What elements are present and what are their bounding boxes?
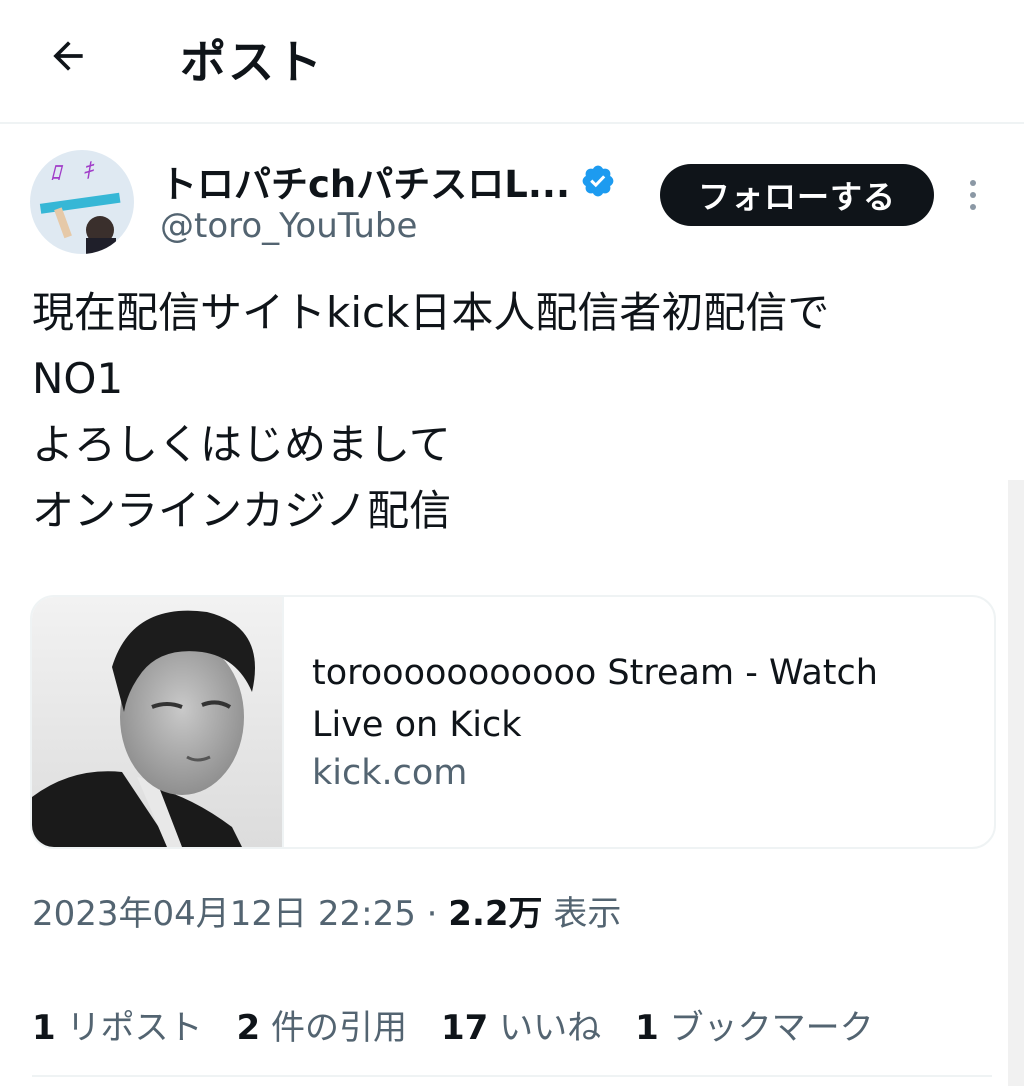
top-bar: ポスト <box>0 0 1024 124</box>
card-thumbnail <box>32 597 284 847</box>
timestamp[interactable]: 2023年04月12日 22:25 <box>32 894 416 934</box>
stat-count: 1 <box>635 1008 659 1048</box>
stat-quotes[interactable]: 2 件の引用 <box>236 1000 406 1049</box>
stat-count: 2 <box>236 1008 261 1048</box>
more-vertical-icon-dot <box>970 192 976 198</box>
card-domain: kick.com <box>312 753 468 793</box>
card-title: torooooooooooo Stream - Watch Live on Ki… <box>312 653 878 745</box>
scrollbar[interactable] <box>1008 480 1024 1086</box>
engagement-stats: 1 リポスト 2 件の引用 17 いいね 1 ブックマーク <box>32 1000 874 1049</box>
views-label: 表示 <box>553 894 622 934</box>
meta-separator: · <box>426 894 438 934</box>
stat-reposts[interactable]: 1 リポスト <box>32 1000 202 1049</box>
more-vertical-icon-dot <box>970 180 976 186</box>
portrait-image <box>32 597 282 847</box>
stat-bookmarks[interactable]: 1 ブックマーク <box>635 1000 873 1049</box>
back-button[interactable] <box>36 24 100 88</box>
tweet-line: オンラインカジノ配信 <box>32 486 452 535</box>
stat-likes[interactable]: 17 いいね <box>441 1000 601 1049</box>
tweet-line: よろしくはじめまして <box>32 420 451 469</box>
author-handle[interactable]: @toro_YouTube <box>160 206 417 246</box>
stat-label: ブックマーク <box>669 1008 874 1048</box>
tweet-text: 現在配信サイトkick日本人配信者初配信で NO1 よろしくはじめまして オンラ… <box>32 280 992 544</box>
verified-badge-icon <box>582 165 614 197</box>
stat-count: 17 <box>440 1008 489 1048</box>
avatar[interactable]: ﾛ ｷ <box>30 150 134 254</box>
more-options-button[interactable] <box>958 170 988 220</box>
follow-button[interactable]: フォローする <box>660 164 934 226</box>
more-vertical-icon-dot <box>970 204 976 210</box>
divider <box>32 1075 992 1077</box>
page-title: ポスト <box>180 35 324 89</box>
display-name: トロパチchパチスロL... <box>160 163 571 206</box>
views-count: 2.2万 <box>448 894 543 934</box>
link-card[interactable]: torooooooooooo Stream - Watch Live on Ki… <box>30 595 996 849</box>
stat-label: リポスト <box>66 1008 203 1048</box>
tweet-line: NO1 <box>32 354 124 403</box>
stat-label: 件の引用 <box>270 1008 407 1048</box>
stat-label: いいね <box>499 1008 602 1048</box>
tweet-line: 現在配信サイトkick日本人配信者初配信で <box>32 288 830 337</box>
stat-count: 1 <box>32 1008 56 1048</box>
author-name-row[interactable]: トロパチchパチスロL... <box>160 154 616 208</box>
avatar-image: ﾛ ｷ <box>30 150 134 254</box>
tweet-meta: 2023年04月12日 22:25 · 2.2万 表示 <box>32 886 621 935</box>
arrow-left-icon <box>53 41 83 71</box>
